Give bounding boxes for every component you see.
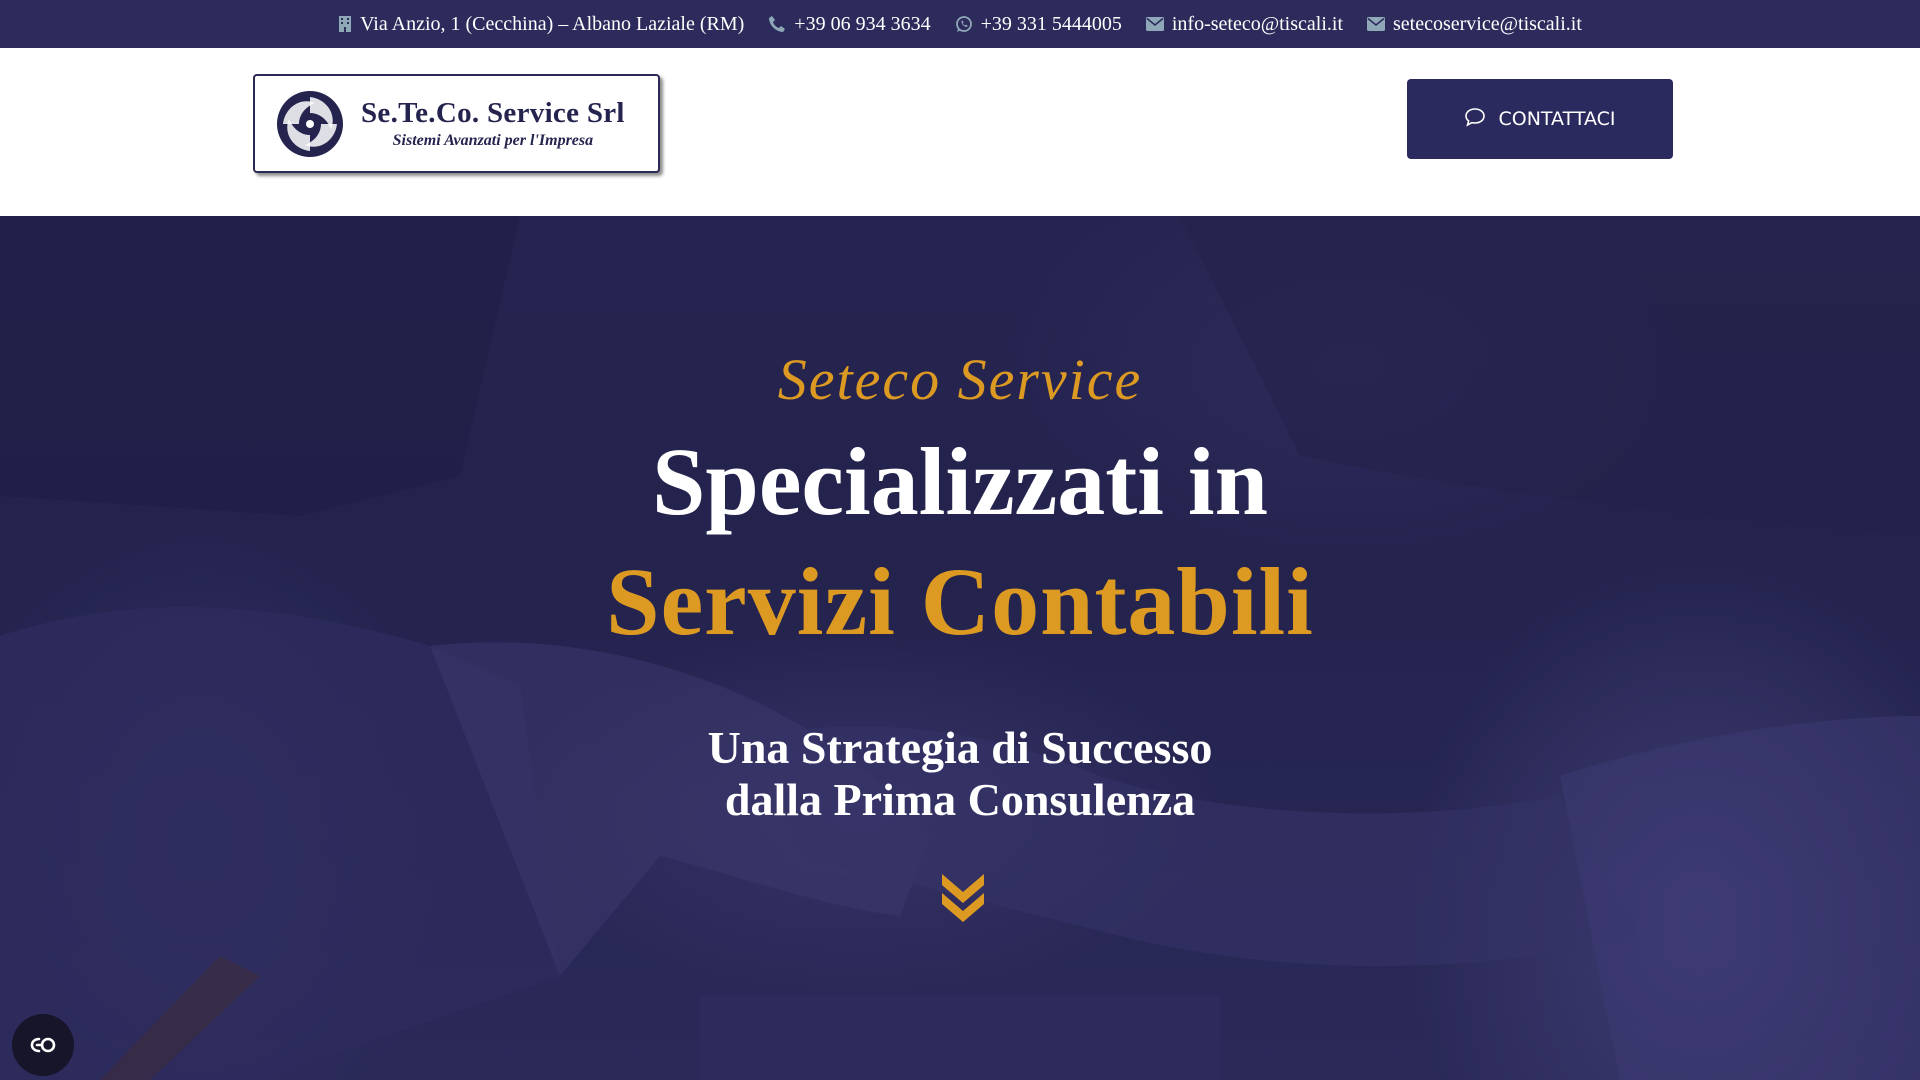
chat-bubble-icon bbox=[1464, 107, 1486, 132]
building-icon bbox=[338, 15, 352, 33]
hero-title-line-1: Specializzati in bbox=[652, 428, 1268, 535]
hero-title-line-2: Servizi Contabili bbox=[606, 548, 1314, 655]
double-chevron-down-icon[interactable] bbox=[938, 870, 988, 926]
logo-swirl-icon bbox=[277, 90, 343, 157]
phone-item[interactable]: +39 06 934 3634 bbox=[768, 13, 931, 36]
logo-text: Se.Te.Co. Service Srl Sistemi Avanzati p… bbox=[361, 97, 625, 150]
contact-button-label: CONTATTACI bbox=[1498, 108, 1616, 130]
hero-kicker: Seteco Service bbox=[777, 347, 1143, 412]
envelope-icon bbox=[1367, 17, 1386, 31]
hero-subtitle: Una Strategia di Successo dalla Prima Co… bbox=[0, 722, 1920, 826]
hero-subtitle-line-2: dalla Prima Consulenza bbox=[724, 774, 1196, 825]
whatsapp-icon bbox=[955, 15, 973, 33]
logo-name: Se.Te.Co. Service Srl bbox=[361, 97, 625, 129]
hero-section: Seteco Service Specializzati in Servizi … bbox=[0, 216, 1920, 1080]
site-header: Se.Te.Co. Service Srl Sistemi Avanzati p… bbox=[0, 48, 1920, 216]
envelope-icon bbox=[1145, 17, 1164, 31]
contact-button[interactable]: CONTATTACI bbox=[1407, 79, 1673, 159]
whatsapp-item[interactable]: +39 331 5444005 bbox=[955, 13, 1122, 36]
email-item-2[interactable]: setecoservice@tiscali.it bbox=[1367, 13, 1582, 36]
site-logo[interactable]: Se.Te.Co. Service Srl Sistemi Avanzati p… bbox=[253, 74, 660, 173]
phone-text[interactable]: +39 06 934 3634 bbox=[794, 13, 930, 36]
logo-tagline: Sistemi Avanzati per l'Impresa bbox=[392, 132, 594, 149]
phone-icon bbox=[768, 15, 786, 33]
accessibility-toggle-icon bbox=[30, 1037, 56, 1053]
address-item: Via Anzio, 1 (Cecchina) – Albano Laziale… bbox=[338, 13, 744, 36]
whatsapp-text[interactable]: +39 331 5444005 bbox=[981, 13, 1122, 36]
top-contact-bar: Via Anzio, 1 (Cecchina) – Albano Laziale… bbox=[0, 0, 1920, 48]
email-text-2[interactable]: setecoservice@tiscali.it bbox=[1393, 13, 1582, 36]
email-item-1[interactable]: info-seteco@tiscali.it bbox=[1145, 13, 1343, 36]
accessibility-button[interactable] bbox=[12, 1014, 74, 1076]
address-text: Via Anzio, 1 (Cecchina) – Albano Laziale… bbox=[360, 12, 745, 35]
email-text-1[interactable]: info-seteco@tiscali.it bbox=[1172, 13, 1343, 36]
hero-subtitle-line-1: Una Strategia di Successo bbox=[707, 722, 1213, 773]
